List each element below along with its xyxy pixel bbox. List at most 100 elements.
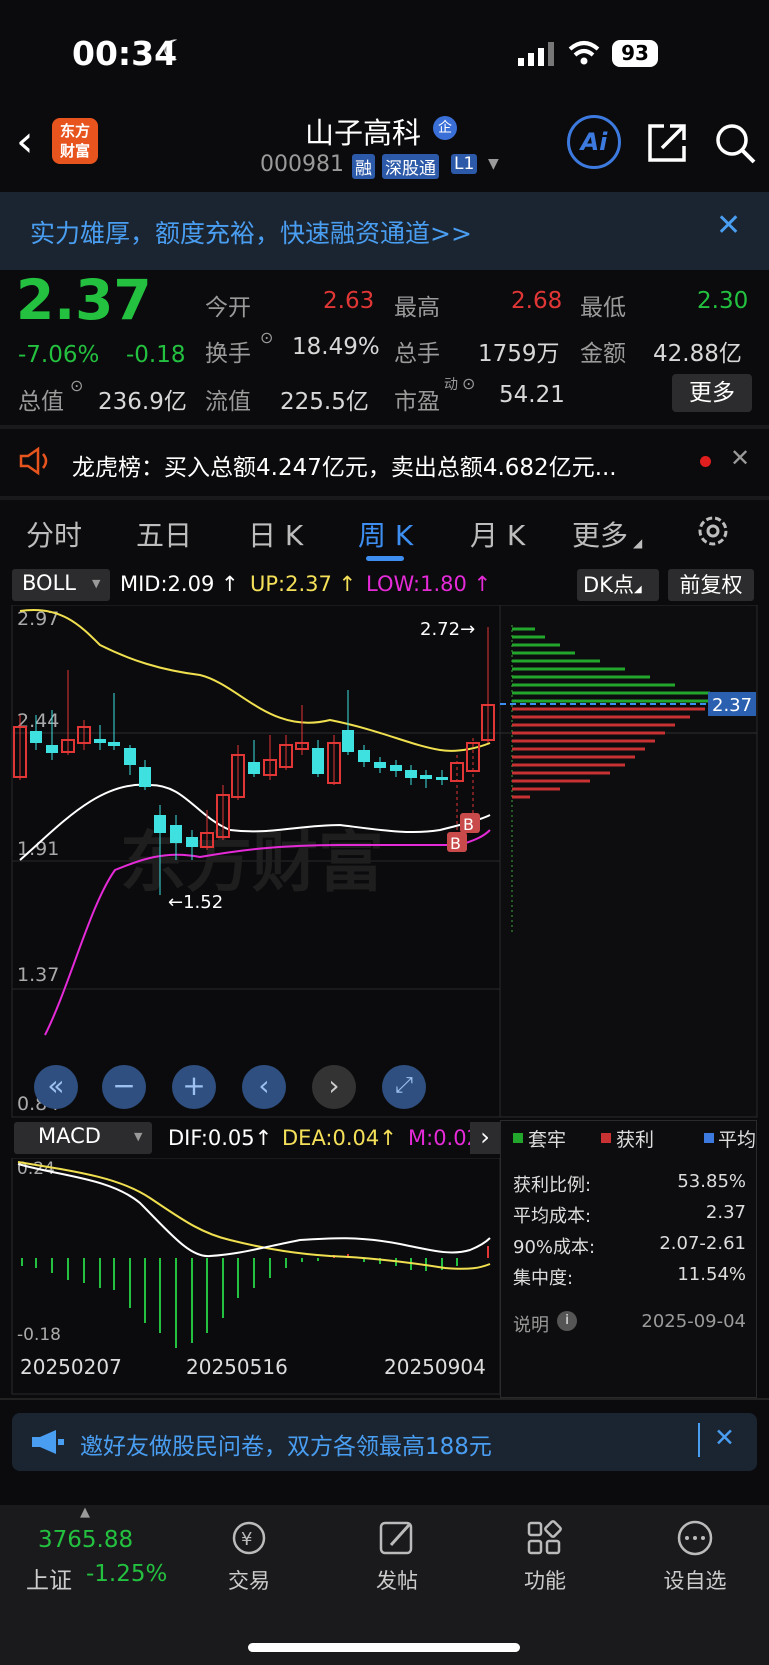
- chevron-down-icon: ▼: [134, 1130, 143, 1143]
- change-amount: -0.18: [126, 342, 186, 368]
- more-button[interactable]: 更多: [672, 374, 752, 412]
- chevron-up-icon[interactable]: ▲: [80, 1505, 90, 1520]
- macd-select[interactable]: MACD ▼: [14, 1122, 152, 1154]
- close-icon[interactable]: ✕: [716, 208, 741, 243]
- logo-line-2: 财富: [59, 142, 90, 160]
- tab-more[interactable]: 更多: [572, 514, 628, 554]
- promo-banner[interactable]: 实力雄厚，额度充裕，快速融资通道>> ✕: [0, 192, 769, 270]
- divider: [0, 425, 769, 429]
- scroll-right-button[interactable]: ›: [312, 1065, 356, 1109]
- buy-signal-label: B: [463, 815, 474, 834]
- tab-day-k[interactable]: 日 K: [248, 514, 303, 554]
- float-value: 225.5亿: [280, 389, 369, 415]
- divider: [0, 1398, 769, 1400]
- pe-sup: 动: [444, 377, 458, 393]
- close-icon[interactable]: ✕: [714, 1423, 735, 1452]
- fullscreen-button[interactable]: ⤢: [382, 1065, 426, 1109]
- zoom-in-button[interactable]: +: [172, 1065, 216, 1109]
- date-label: 20250904: [384, 1355, 486, 1379]
- mcap-label: 总值: [18, 389, 64, 415]
- nav-trade[interactable]: ¥ 交易: [224, 1519, 274, 1599]
- boll-low: LOW:1.80 ↑: [366, 572, 492, 596]
- divider: [0, 496, 769, 500]
- logo-line-1: 东方: [59, 122, 90, 140]
- stat-value: 2.37: [705, 1202, 746, 1223]
- pe-label: 市盈: [394, 389, 440, 415]
- nav-label: 发帖: [376, 1569, 418, 1593]
- tab-week-k[interactable]: 周 K: [358, 514, 413, 554]
- chevron-down-icon: ▼: [92, 577, 101, 590]
- chevron-right-icon[interactable]: ›: [470, 1122, 500, 1154]
- dropdown-icon[interactable]: ▼: [488, 156, 499, 172]
- share-icon[interactable]: [646, 122, 688, 164]
- info-icon[interactable]: ⊙: [70, 376, 83, 395]
- nav-post[interactable]: 发帖: [372, 1519, 422, 1599]
- invite-banner[interactable]: 邀好友做股民问卷，双方各领最高188元 ✕: [12, 1413, 757, 1471]
- nav-functions[interactable]: 功能: [520, 1519, 570, 1599]
- indicator-select[interactable]: BOLL ▼: [12, 569, 110, 601]
- stat-label: 获利比例:: [513, 1175, 592, 1196]
- min-label: ←1.52: [168, 892, 223, 913]
- note-label[interactable]: 说明: [513, 1311, 549, 1337]
- tag-connect: 深股通: [382, 154, 439, 179]
- adjust-button[interactable]: 前复权: [668, 569, 754, 601]
- info-icon[interactable]: ⊙: [462, 374, 475, 393]
- stock-name: 山子高科: [305, 116, 422, 150]
- megaphone-icon: [32, 1430, 64, 1454]
- invite-text: 邀好友做股民问卷，双方各领最高188元: [80, 1434, 492, 1460]
- index-value[interactable]: 3765.88: [38, 1527, 133, 1553]
- apps-icon: [527, 1520, 562, 1555]
- low-value: 2.30: [697, 288, 749, 314]
- chip-date: 2025-09-04: [641, 1311, 746, 1332]
- stat-value: 2.07-2.61: [659, 1233, 746, 1254]
- unread-dot: [700, 456, 711, 467]
- dk-point-button[interactable]: DK点◢: [577, 569, 659, 601]
- tab-5day[interactable]: 五日: [136, 514, 192, 554]
- app-logo[interactable]: 东方 财富: [52, 118, 98, 164]
- battery-icon: 93: [612, 40, 658, 67]
- signal-icon: [518, 42, 554, 66]
- nav-label: 设自选: [663, 1569, 727, 1593]
- tab-month-k[interactable]: 月 K: [470, 514, 525, 554]
- nav-label: 功能: [524, 1569, 566, 1593]
- home-indicator: [248, 1643, 520, 1652]
- tick-label: 1.37: [17, 964, 59, 986]
- high-label: 最高: [394, 295, 440, 321]
- zoom-out-button[interactable]: −: [102, 1065, 146, 1109]
- back-icon[interactable]: ‹: [16, 116, 34, 167]
- mcap-value: 236.9亿: [98, 389, 187, 415]
- boll-up: UP:2.37 ↑: [250, 572, 357, 596]
- info-icon[interactable]: ⊙: [260, 328, 273, 347]
- close-icon[interactable]: ✕: [730, 444, 750, 472]
- stat-value: 11.54%: [677, 1264, 746, 1285]
- kline-chart[interactable]: 东方财富 2.97 2.44 1.91 1.37 0.84 B B 2.72→ …: [0, 605, 769, 1120]
- moon-icon: ☾: [162, 34, 188, 67]
- index-change: -1.25%: [86, 1561, 168, 1587]
- macd-dif: DIF:0.05↑: [168, 1126, 273, 1150]
- amount-label: 金额: [580, 341, 626, 367]
- turnover-value: 18.49%: [292, 334, 380, 360]
- tag-l1: L1: [451, 154, 478, 174]
- info-icon[interactable]: i: [557, 1311, 577, 1331]
- ai-button[interactable]: Ai: [567, 115, 621, 169]
- turnover-label: 换手: [205, 341, 251, 367]
- nav-watchlist[interactable]: 设自选: [655, 1519, 735, 1599]
- speaker-icon: [19, 446, 48, 476]
- date-label: 20250516: [186, 1355, 288, 1379]
- more-arrow-icon: ◢: [633, 536, 643, 550]
- macd-header: MACD ▼ DIF:0.05↑ DEA:0.04↑ M:0.02 ›: [0, 1120, 500, 1158]
- dragon-tiger-bar[interactable]: 龙虎榜：买入总额4.247亿元，卖出总额4.682亿元... ✕: [0, 430, 769, 496]
- legend-average: 平均: [718, 1129, 757, 1151]
- promo-text: 实力雄厚，额度充裕，快速融资通道>>: [30, 219, 472, 248]
- rewind-button[interactable]: «: [34, 1065, 78, 1109]
- tab-intraday[interactable]: 分时: [26, 514, 82, 554]
- settings-icon[interactable]: [696, 514, 730, 548]
- volume-label: 总手: [394, 341, 440, 367]
- edit-icon: [379, 1521, 413, 1555]
- search-icon[interactable]: [714, 122, 758, 166]
- legend-swatch: [601, 1133, 611, 1143]
- price-tag-label: 2.37: [712, 695, 752, 716]
- scroll-left-button[interactable]: ‹: [242, 1065, 286, 1109]
- legend-swatch: [704, 1133, 714, 1143]
- tab-indicator: [366, 556, 404, 561]
